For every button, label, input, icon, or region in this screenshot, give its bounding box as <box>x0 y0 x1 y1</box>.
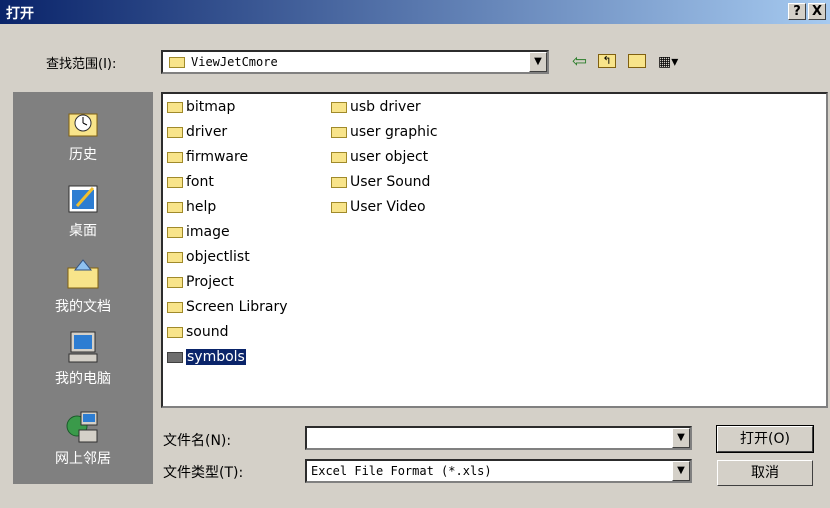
place-network[interactable]: 网上邻居 <box>13 410 153 468</box>
new-folder-icon[interactable] <box>628 54 646 68</box>
views-menu-icon[interactable]: ▦▾ <box>658 52 678 72</box>
folder-icon <box>167 201 183 213</box>
lookin-label: 查找范围(I): <box>46 57 117 72</box>
lookin-combo[interactable]: ViewJetCmore ▼ <box>161 50 549 74</box>
close-button[interactable]: X <box>808 3 826 20</box>
list-item[interactable]: user graphic <box>331 122 438 142</box>
lookin-value: ViewJetCmore <box>191 55 278 69</box>
folder-icon <box>331 126 347 138</box>
chevron-down-icon[interactable]: ▼ <box>672 461 690 481</box>
folder-icon <box>167 351 183 363</box>
list-item[interactable]: sound <box>167 322 229 342</box>
list-item[interactable]: Project <box>167 272 234 292</box>
filetype-select[interactable]: Excel File Format (*.xls) ▼ <box>305 459 692 483</box>
file-list[interactable]: bitmap driver firmware font help image o… <box>161 92 828 408</box>
list-item[interactable]: font <box>167 172 214 192</box>
folder-icon <box>331 101 347 113</box>
folder-icon <box>167 301 183 313</box>
my-documents-icon <box>67 259 99 289</box>
list-item[interactable]: help <box>167 197 216 217</box>
place-label: 桌面 <box>69 223 97 239</box>
folder-icon <box>167 176 183 188</box>
network-icon <box>66 411 98 443</box>
desktop-icon <box>68 185 98 213</box>
place-my-documents[interactable]: 我的文档 <box>13 258 153 316</box>
chevron-down-icon[interactable]: ▼ <box>529 52 547 72</box>
chevron-down-icon[interactable]: ▼ <box>672 428 690 448</box>
open-button[interactable]: 打开(O) <box>716 425 814 453</box>
list-item[interactable]: User Sound <box>331 172 430 192</box>
places-bar: 历史 桌面 我的文档 我的电脑 网上邻居 <box>13 92 153 484</box>
my-computer-icon <box>68 331 98 363</box>
history-icon <box>68 113 98 137</box>
folder-icon <box>167 101 183 113</box>
back-arrow-icon[interactable]: ⇦ <box>572 52 587 72</box>
place-desktop[interactable]: 桌面 <box>13 182 153 240</box>
place-my-computer[interactable]: 我的电脑 <box>13 330 153 388</box>
window-title: 打开 <box>6 6 34 22</box>
folder-icon <box>167 126 183 138</box>
folder-icon <box>167 226 183 238</box>
list-item[interactable]: bitmap <box>167 97 235 117</box>
title-bar: 打开 ? X <box>0 0 830 24</box>
folder-icon <box>167 276 183 288</box>
place-label: 网上邻居 <box>55 451 111 467</box>
folder-icon <box>167 151 183 163</box>
folder-icon <box>331 201 347 213</box>
list-item[interactable]: User Video <box>331 197 426 217</box>
filename-label: 文件名(N): <box>163 433 232 449</box>
list-item-selected[interactable]: symbols <box>167 347 246 367</box>
folder-icon <box>167 251 183 263</box>
cancel-button[interactable]: 取消 <box>717 460 813 486</box>
folder-icon <box>331 176 347 188</box>
list-item[interactable]: Screen Library <box>167 297 288 317</box>
list-item[interactable]: image <box>167 222 230 242</box>
folder-icon <box>331 151 347 163</box>
place-label: 我的电脑 <box>55 371 111 387</box>
list-item[interactable]: user object <box>331 147 428 167</box>
filetype-label: 文件类型(T): <box>163 465 244 481</box>
folder-icon <box>167 326 183 338</box>
list-item[interactable]: driver <box>167 122 227 142</box>
list-item[interactable]: firmware <box>167 147 248 167</box>
place-history[interactable]: 历史 <box>13 106 153 164</box>
up-folder-icon[interactable]: ↰ <box>598 54 616 68</box>
filename-input[interactable]: ▼ <box>305 426 692 450</box>
list-item[interactable]: objectlist <box>167 247 250 267</box>
place-label: 历史 <box>69 147 97 163</box>
help-button[interactable]: ? <box>788 3 806 20</box>
folder-icon <box>169 57 185 68</box>
list-item[interactable]: usb driver <box>331 97 421 117</box>
place-label: 我的文档 <box>55 299 111 315</box>
